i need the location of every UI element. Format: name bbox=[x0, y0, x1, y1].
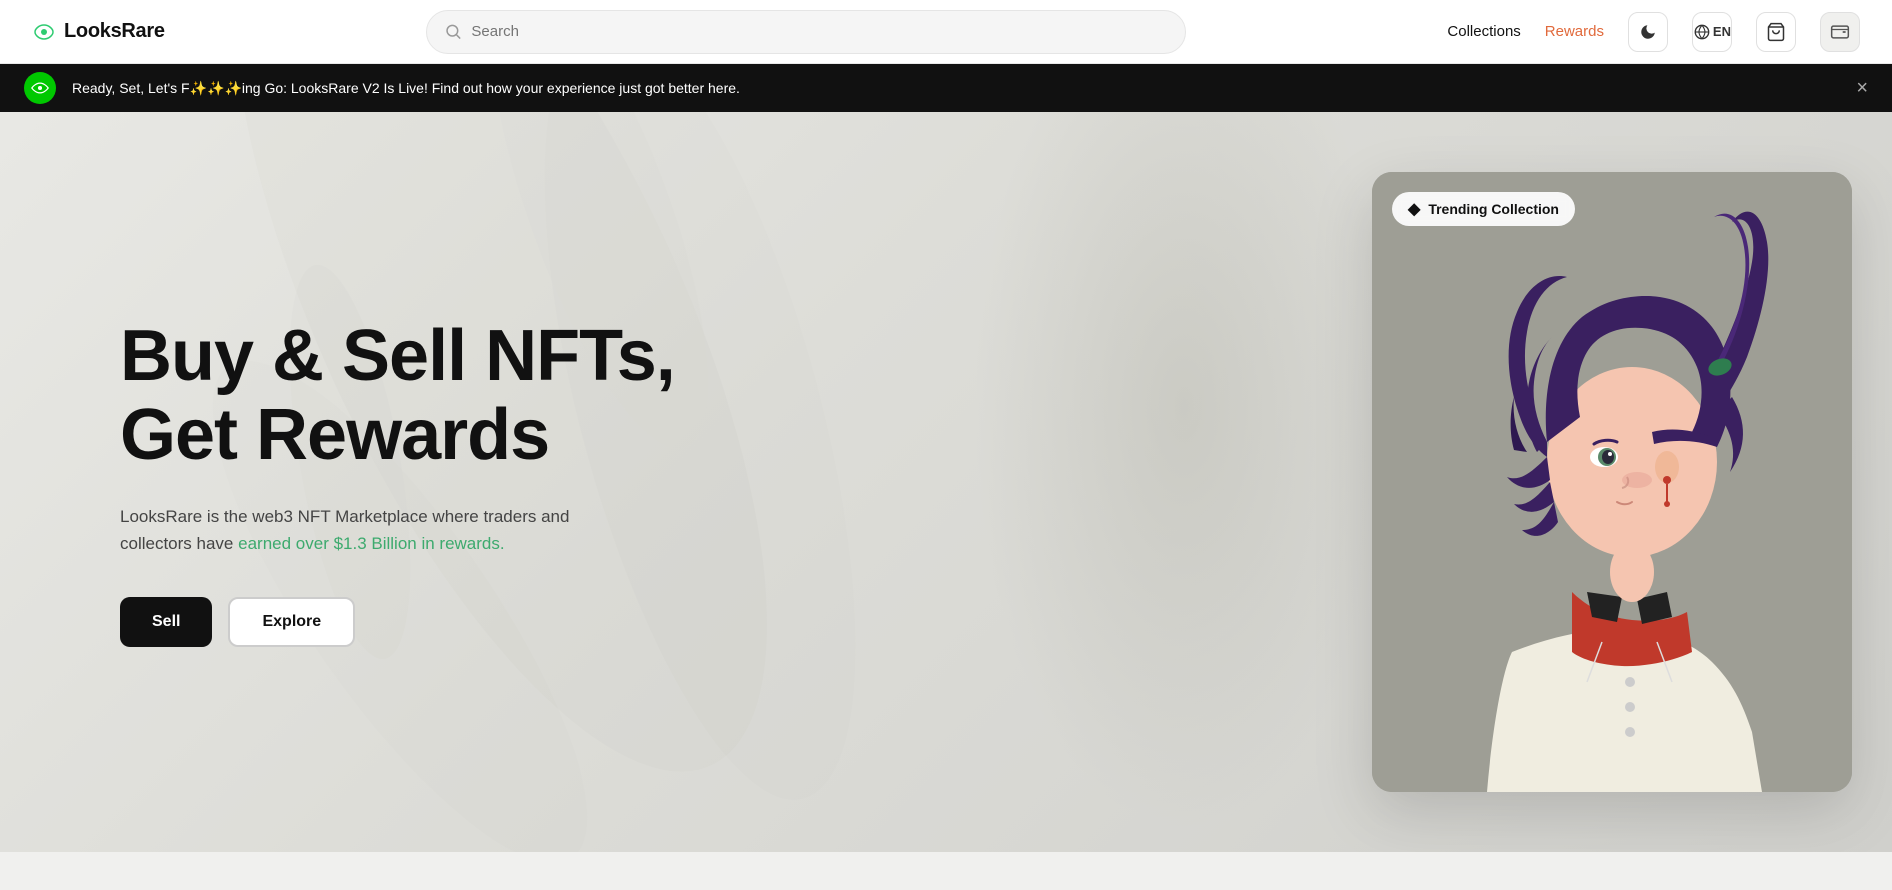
hero-section: Buy & Sell NFTs, Get Rewards LooksRare i… bbox=[0, 112, 1892, 852]
cart-button[interactable] bbox=[1756, 12, 1796, 52]
nft-illustration bbox=[1372, 172, 1852, 792]
hero-subtext-highlight: earned over $1.3 Billion in rewards. bbox=[238, 534, 504, 553]
headline-line2: Get Rewards bbox=[120, 395, 549, 475]
nav-rewards[interactable]: Rewards bbox=[1545, 23, 1604, 40]
logo-text: LooksRare bbox=[64, 20, 165, 43]
search-icon bbox=[445, 23, 461, 40]
nft-card-wrapper: ◆ Trending Collection bbox=[1372, 172, 1852, 792]
nav-collections[interactable]: Collections bbox=[1447, 23, 1520, 40]
announcement-content: Ready, Set, Let's F✨✨✨ing Go: LooksRare … bbox=[24, 72, 740, 104]
moon-icon bbox=[1639, 23, 1657, 41]
language-label: EN bbox=[1713, 24, 1731, 39]
announcement-bar: Ready, Set, Let's F✨✨✨ing Go: LooksRare … bbox=[0, 64, 1892, 112]
navbar: LooksRare Collections Rewards EN bbox=[0, 0, 1892, 64]
eye-icon-wrap bbox=[24, 72, 56, 104]
eye-icon bbox=[31, 81, 49, 95]
sell-button[interactable]: Sell bbox=[120, 597, 212, 647]
announcement-text: Ready, Set, Let's F✨✨✨ing Go: LooksRare … bbox=[72, 80, 740, 97]
character-illustration bbox=[1372, 172, 1852, 792]
globe-icon bbox=[1693, 23, 1711, 41]
headline-line1: Buy & Sell NFTs, bbox=[120, 316, 675, 396]
explore-button[interactable]: Explore bbox=[228, 597, 355, 647]
hero-subtext: LooksRare is the web3 NFT Marketplace wh… bbox=[120, 503, 600, 557]
hero-content: Buy & Sell NFTs, Get Rewards LooksRare i… bbox=[0, 257, 795, 708]
search-input[interactable] bbox=[471, 23, 1167, 40]
hero-buttons: Sell Explore bbox=[120, 597, 675, 647]
cart-icon bbox=[1766, 22, 1786, 42]
diamond-icon: ◆ bbox=[1408, 199, 1420, 219]
wallet-button[interactable] bbox=[1820, 12, 1860, 52]
trending-badge-text: Trending Collection bbox=[1428, 201, 1559, 217]
trending-badge: ◆ Trending Collection bbox=[1392, 192, 1575, 226]
language-button[interactable]: EN bbox=[1692, 12, 1732, 52]
nft-card[interactable]: ◆ Trending Collection bbox=[1372, 172, 1852, 792]
wallet-icon bbox=[1830, 22, 1850, 42]
announcement-close-button[interactable]: × bbox=[1856, 77, 1868, 100]
looksrare-logo-icon bbox=[32, 20, 56, 44]
search-bar[interactable] bbox=[426, 10, 1186, 54]
dark-mode-button[interactable] bbox=[1628, 12, 1668, 52]
hero-headline: Buy & Sell NFTs, Get Rewards bbox=[120, 317, 675, 475]
navbar-right: Collections Rewards EN bbox=[1447, 12, 1860, 52]
logo-area: LooksRare bbox=[32, 20, 165, 44]
